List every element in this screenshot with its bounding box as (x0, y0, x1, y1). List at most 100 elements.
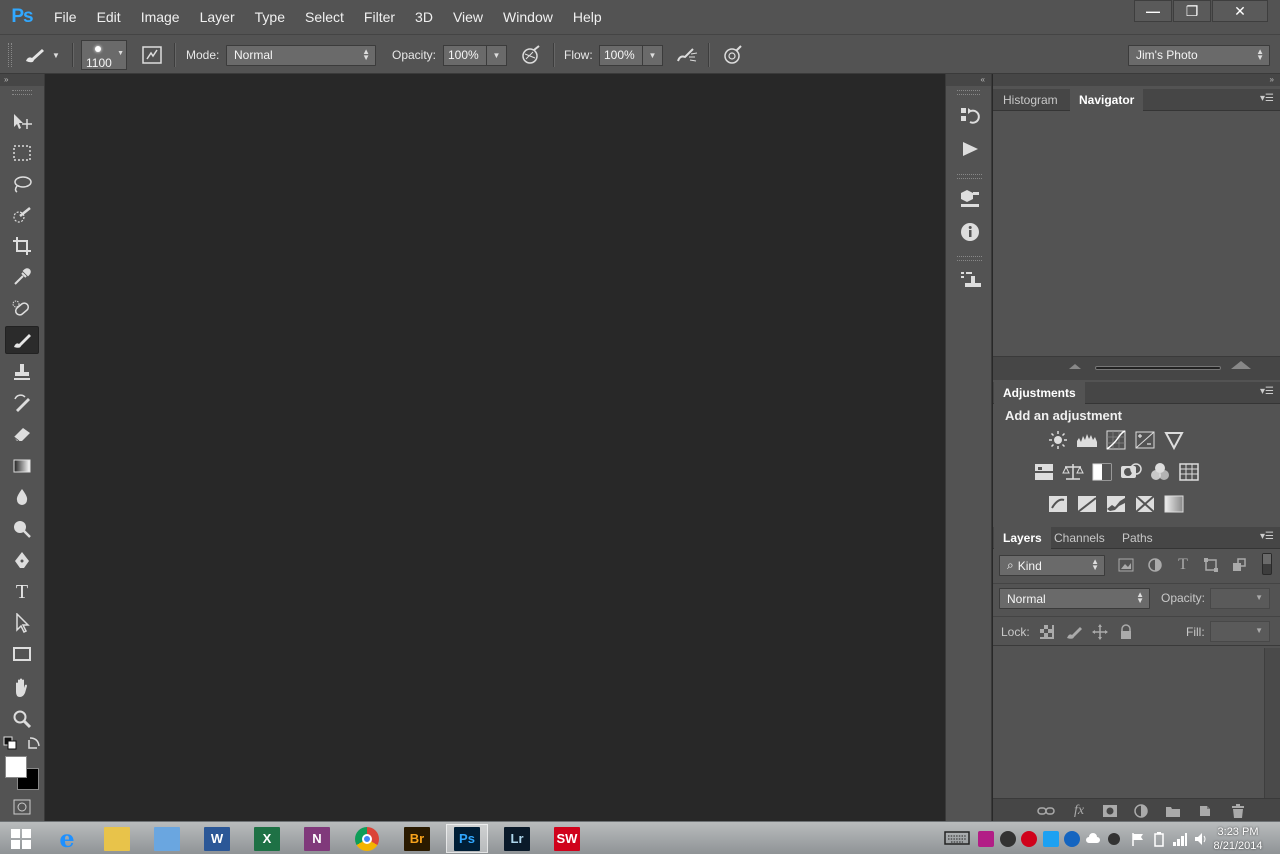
crop-tool[interactable] (5, 232, 39, 260)
touch-keyboard-icon[interactable] (944, 830, 970, 846)
layer-fill-input[interactable]: ▼ (1210, 621, 1270, 642)
zoom-in-mountain-icon[interactable] (1231, 361, 1251, 369)
brush-preset-picker[interactable]: 1100 ▼ (81, 35, 127, 75)
channel-mixer-icon[interactable] (1148, 460, 1171, 483)
color-balance-icon[interactable] (1061, 460, 1084, 483)
canvas-area[interactable] (46, 74, 945, 821)
add-mask-icon[interactable] (1099, 800, 1121, 822)
blur-tool[interactable] (5, 483, 39, 511)
eraser-tool[interactable] (5, 420, 39, 448)
taskbar-app-button[interactable]: N (296, 824, 338, 853)
pressure-opacity-toggle[interactable] (518, 35, 544, 75)
tab-layers[interactable]: Layers (994, 527, 1051, 549)
menu-view[interactable]: View (443, 0, 493, 34)
tab-channels[interactable]: Channels (1045, 527, 1114, 549)
menu-file[interactable]: File (44, 0, 87, 34)
vibrance-icon[interactable] (1162, 428, 1185, 451)
lock-all-icon[interactable] (1115, 621, 1137, 643)
menu-edit[interactable]: Edit (87, 0, 131, 34)
clone-stamp-tool[interactable] (5, 358, 39, 386)
pressure-size-toggle[interactable] (720, 35, 746, 75)
history-panel-button[interactable] (956, 103, 984, 129)
dock-grip[interactable] (957, 90, 980, 95)
tray-app-icon[interactable] (1106, 831, 1122, 847)
menu-select[interactable]: Select (295, 0, 354, 34)
type-tool[interactable]: T (5, 578, 39, 606)
mode-select[interactable]: Normal ▲ ▼ (226, 44, 376, 66)
panel-menu-icon[interactable]: ▾☰ (1260, 531, 1274, 542)
menu-image[interactable]: Image (131, 0, 190, 34)
panel-menu-icon[interactable]: ▾☰ (1260, 93, 1274, 104)
system-clock[interactable]: 3:23 PM 8/21/2014 (1208, 825, 1268, 853)
brightness-contrast-icon[interactable] (1046, 428, 1069, 451)
collapse-panel-icon[interactable]: » (0, 74, 44, 86)
layer-blend-mode-select[interactable]: Normal ▲ ▼ (999, 588, 1150, 609)
opacity-slider-button[interactable]: ▼ (487, 44, 507, 66)
opacity-input[interactable]: 100% (443, 44, 487, 66)
tools-grip[interactable] (12, 90, 32, 95)
quick-selection-tool[interactable] (5, 201, 39, 229)
taskbar-app-button[interactable]: Ps (446, 824, 488, 853)
layer-style-fx-icon[interactable]: fx (1068, 800, 1090, 822)
airbrush-toggle[interactable] (674, 35, 700, 75)
collapse-panel-icon[interactable]: » (993, 74, 1280, 86)
filter-adjustment-layers-icon[interactable] (1144, 554, 1166, 576)
minimize-button[interactable]: — (1134, 0, 1172, 22)
tab-paths[interactable]: Paths (1113, 527, 1162, 549)
new-layer-icon[interactable] (1194, 800, 1216, 822)
restore-button[interactable]: ❐ (1173, 0, 1211, 22)
layer-filter-kind-select[interactable]: ⌕ Kind ▲ ▼ (999, 555, 1105, 576)
taskbar-app-button[interactable]: W (196, 824, 238, 853)
history-brush-tool[interactable] (5, 389, 39, 417)
rectangle-tool[interactable] (5, 640, 39, 668)
bluetooth-icon[interactable] (1064, 831, 1080, 847)
layers-list[interactable] (993, 648, 1280, 798)
path-selection-tool[interactable] (5, 609, 39, 637)
zoom-slider[interactable] (1095, 366, 1221, 370)
brush-tool[interactable] (5, 326, 39, 354)
lock-image-pixels-icon[interactable] (1063, 621, 1085, 643)
posterize-icon[interactable] (1075, 492, 1098, 515)
filter-type-layers-icon[interactable]: T (1172, 554, 1194, 576)
move-tool[interactable] (5, 108, 39, 136)
cloud-icon[interactable] (1085, 831, 1101, 847)
power-battery-icon[interactable] (1151, 831, 1167, 847)
workspace-select[interactable]: Jim's Photo ▲ ▼ (1128, 44, 1270, 66)
expand-panels-icon[interactable]: « (946, 74, 991, 86)
taskbar-app-button[interactable]: SW (546, 824, 588, 853)
network-signal-icon[interactable] (1172, 831, 1188, 847)
selective-color-icon[interactable] (1133, 492, 1156, 515)
gradient-tool[interactable] (5, 452, 39, 480)
tray-app-icon[interactable] (1043, 831, 1059, 847)
menu-help[interactable]: Help (563, 0, 612, 34)
3d-panel-button[interactable] (956, 185, 984, 211)
swap-colors-icon[interactable] (27, 736, 41, 750)
taskbar-app-button[interactable]: Lr (496, 824, 538, 853)
tool-preset-picker[interactable]: ▼ (22, 35, 60, 75)
color-lookup-icon[interactable] (1177, 460, 1200, 483)
marquee-tool[interactable] (5, 139, 39, 167)
levels-icon[interactable] (1075, 428, 1098, 451)
pen-tool[interactable] (5, 547, 39, 575)
taskbar-app-button[interactable]: Br (396, 824, 438, 853)
tray-app-icon[interactable] (978, 831, 994, 847)
default-colors-icon[interactable] (3, 736, 17, 750)
delete-layer-trash-icon[interactable] (1227, 800, 1249, 822)
foreground-color-swatch[interactable] (5, 756, 27, 778)
flow-slider-button[interactable]: ▼ (643, 44, 663, 66)
volume-speaker-icon[interactable] (1193, 831, 1209, 847)
photo-filter-icon[interactable] (1119, 460, 1142, 483)
curves-icon[interactable] (1104, 428, 1127, 451)
tray-app-icon[interactable] (1021, 831, 1037, 847)
taskbar-app-button[interactable] (346, 824, 388, 853)
menu-filter[interactable]: Filter (354, 0, 405, 34)
taskbar-app-button[interactable] (146, 824, 188, 853)
hue-saturation-icon[interactable] (1032, 460, 1055, 483)
taskbar-app-button[interactable] (96, 824, 138, 853)
menu-type[interactable]: Type (245, 0, 295, 34)
tab-histogram[interactable]: Histogram (994, 89, 1067, 111)
menu-layer[interactable]: Layer (190, 0, 245, 34)
action-center-flag-icon[interactable] (1130, 831, 1146, 847)
lock-position-icon[interactable] (1089, 621, 1111, 643)
taskbar-app-button[interactable]: e (46, 824, 88, 853)
